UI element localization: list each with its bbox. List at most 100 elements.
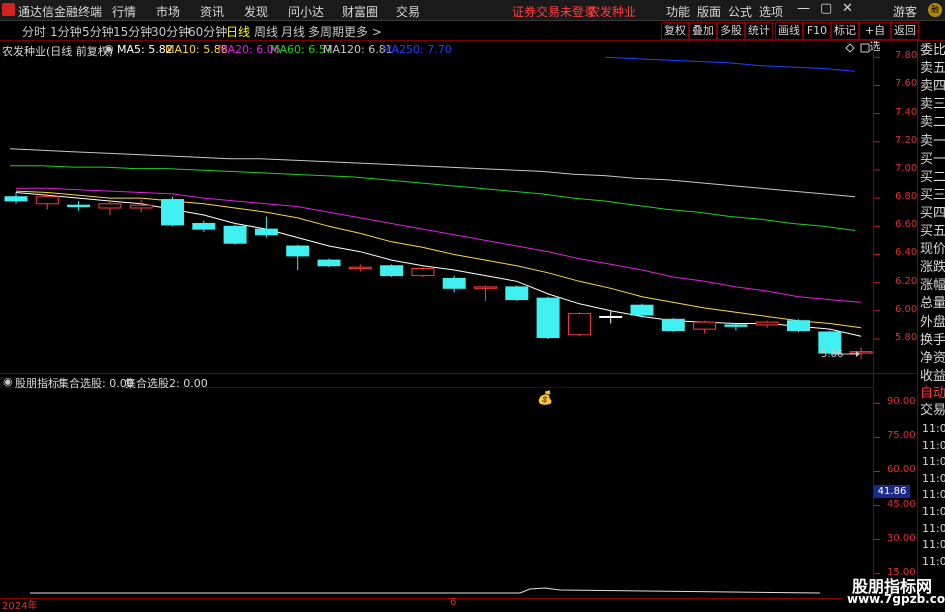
quote-field-label: 卖五 [920, 61, 945, 77]
candle-body [223, 225, 247, 244]
candle-body [661, 318, 685, 332]
ma-settings-icon[interactable]: ◉ [104, 42, 114, 55]
quote-field-label: 卖一 [920, 133, 945, 149]
candle-body [286, 245, 310, 257]
indicator-title[interactable]: 股朋指标 [15, 375, 59, 391]
candle [724, 323, 748, 331]
indicator-tick-label: 30.00 [887, 532, 916, 544]
price-tick-label: 6.80 [895, 191, 918, 203]
price-tick-label: 7.00 [895, 162, 918, 174]
candle [849, 347, 873, 359]
candle [317, 258, 341, 268]
candle [787, 319, 810, 332]
candle [223, 224, 247, 245]
trade-label[interactable]: 交易 [920, 404, 945, 417]
price-tick-label: 5.80 [895, 332, 918, 343]
chart-expand-icon[interactable] [860, 43, 870, 53]
chart-option-diamond-icon[interactable] [845, 43, 855, 53]
candle [161, 196, 184, 227]
indicator-cursor-value: 41.86 [874, 485, 910, 498]
candle [505, 285, 529, 301]
candle [380, 264, 404, 278]
indicator-tick-label: 45.00 [887, 498, 916, 510]
margin-badge[interactable]: 融 [928, 3, 942, 17]
quote-field-label: 涨跌 [920, 260, 945, 276]
candle [755, 320, 779, 328]
quote-field-label: 买三 [920, 187, 945, 203]
candle-body [849, 351, 873, 354]
quote-field-label: 买四 [920, 205, 945, 221]
stock-chart-title[interactable]: 农发种业(日线 前复权) [2, 43, 113, 59]
quote-field-label: 净资 [920, 350, 945, 366]
candle-body [411, 268, 435, 277]
price-tick-label: 7.60 [895, 78, 918, 90]
indicator-value-2: 集合选股2: 0.00 [125, 377, 208, 390]
candle-body [192, 222, 216, 230]
tick-time-label: 11:02 [922, 538, 945, 552]
candle-body [567, 313, 591, 336]
candle-body [380, 265, 404, 277]
quote-field-label: 卖四 [920, 79, 945, 95]
candle-body [505, 286, 529, 301]
candle-body [442, 277, 466, 289]
quote-field-label: 卖二 [920, 115, 945, 131]
tick-time-label: 11:02 [922, 471, 945, 485]
candle [129, 199, 153, 213]
ma250-line [604, 56, 856, 72]
kline-chart[interactable] [0, 0, 945, 609]
money-bag-icon: 💰 [537, 391, 554, 406]
candle-body [67, 204, 91, 208]
indicator-baseline [30, 587, 821, 594]
candle [630, 303, 654, 318]
candle [411, 267, 435, 278]
indicator-tick-label: 60.00 [887, 464, 916, 476]
candle [474, 285, 497, 301]
candle [442, 275, 466, 293]
candle [567, 312, 591, 337]
ma250-label: MA250: 7.70 [382, 43, 452, 56]
quote-field-label: 买五 [920, 224, 945, 239]
candle-body [254, 228, 278, 236]
tick-time-label: 11:01 [922, 422, 945, 435]
candle-body [630, 304, 654, 316]
quote-field-label: 换手 [920, 332, 945, 348]
tick-time-label: 11:02 [922, 521, 945, 535]
auto-label[interactable]: 自动 [920, 387, 945, 400]
candle-body [129, 204, 153, 209]
price-tick-label: 7.40 [895, 106, 918, 118]
candle [599, 310, 623, 324]
candle-body [599, 315, 623, 318]
candle [286, 244, 310, 270]
candle-body [755, 321, 779, 326]
candle [536, 296, 560, 340]
tick-time-label: 11:01 [922, 438, 945, 452]
price-tick-label: 6.00 [895, 303, 918, 315]
indicator-tick-label: 75.00 [887, 430, 916, 442]
tick-time-label: 11:02 [922, 488, 945, 502]
indicator-settings-icon[interactable]: ◉ [3, 375, 13, 388]
ma120-line [9, 148, 856, 198]
quote-field-label: 收益 [920, 368, 945, 384]
candle [661, 317, 685, 332]
candle [98, 200, 122, 216]
quote-field-label: 卖三 [920, 97, 945, 113]
indicator-value-1: 集合选股: 0.00 [58, 377, 134, 390]
quote-field-label: 委比 [920, 43, 945, 58]
candle-body [4, 196, 28, 202]
quote-field-label: 总量 [920, 296, 945, 312]
candle-body [474, 286, 497, 289]
watermark-url: www.7gpzb.com [847, 592, 945, 606]
candle-body [348, 266, 372, 270]
candle [4, 192, 28, 204]
candle-body [787, 320, 810, 332]
candle-body [317, 259, 341, 267]
price-tick-label: 6.60 [895, 219, 918, 231]
quote-field-label: 涨幅 [920, 278, 945, 294]
price-tick-label: 6.20 [895, 275, 918, 287]
candle [254, 216, 278, 238]
last-price-label: 5.66 [821, 349, 844, 360]
candle [192, 220, 216, 232]
candle [348, 264, 372, 272]
quote-field-label: 外盘 [920, 314, 945, 330]
candle-body [724, 324, 748, 327]
